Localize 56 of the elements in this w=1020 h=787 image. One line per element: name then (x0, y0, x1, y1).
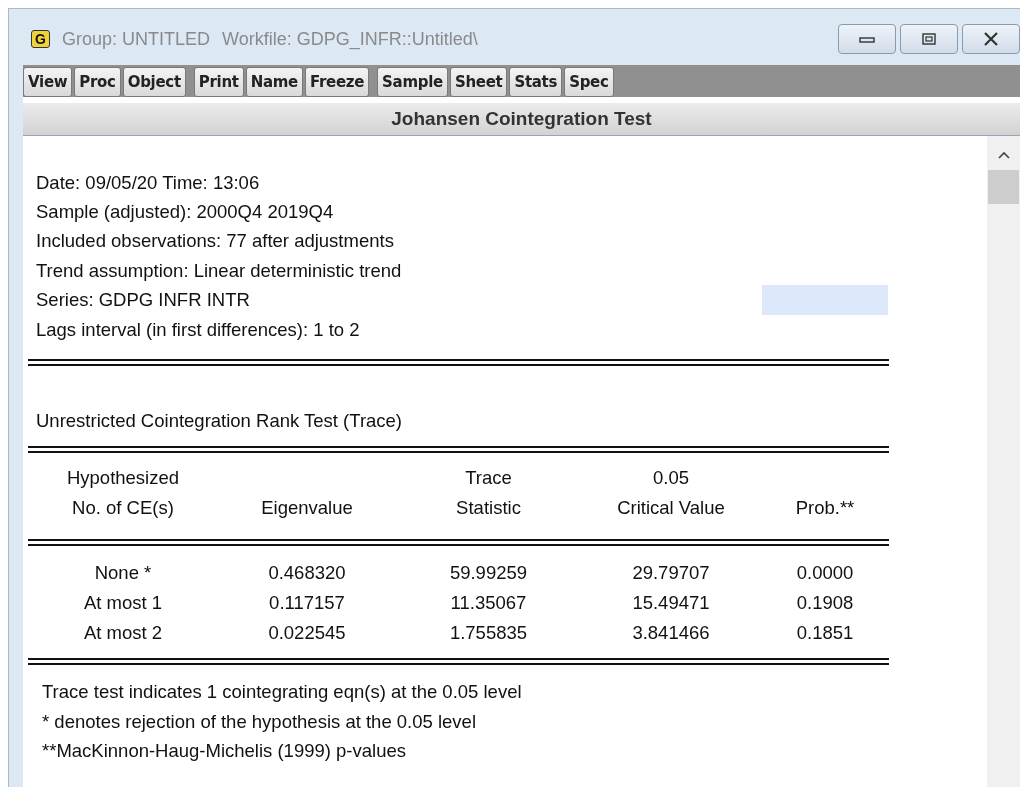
scrollbar[interactable] (987, 136, 1020, 787)
table-cell-text: 15.49471 (631, 591, 711, 616)
minimize-icon (859, 34, 875, 44)
toolbar-button[interactable]: Object (122, 67, 186, 97)
column-header: Trace (464, 466, 513, 491)
toolbar-button[interactable]: Proc (74, 67, 121, 97)
restore-button[interactable] (900, 24, 958, 54)
table-cell-text: 11.35067 (449, 591, 528, 616)
footnote: **MacKinnon-Haug-Michelis (1999) p-values (42, 739, 407, 764)
table-cell-text: 29.79707 (631, 561, 711, 586)
column-header: 0.05 (652, 466, 690, 491)
info-line: Trend assumption: Linear deterministic trend (36, 259, 402, 282)
table-cell-text: 59.99259 (448, 561, 529, 586)
info-line: Lags interval (in first differences): 1 to 2 (36, 318, 360, 341)
table-cell-text: 3.841466 (631, 621, 711, 646)
table-cell-text: At most 2 (82, 621, 164, 646)
table-cell-text: 0.117157 (268, 591, 346, 616)
section-title: Unrestricted Cointegration Rank Test (Trace) (36, 409, 404, 434)
window-title: Group: UNTITLED (62, 28, 211, 50)
app-icon: G (31, 30, 50, 48)
footnote: Trace test indicates 1 cointegrating eqn(s) at the 0.05 level (42, 680, 523, 705)
info-line: Series: GDPG INFR INTR (36, 289, 250, 312)
toolbar-button[interactable]: Print (193, 67, 244, 97)
toolbar-button[interactable]: View (23, 67, 73, 97)
table-cell-text: 0.022545 (267, 621, 347, 646)
column-header: Critical Value (616, 496, 726, 521)
table-cell-text: None * (93, 561, 153, 586)
info-line: Sample (adjusted): 2000Q4 2019Q4 (36, 201, 334, 224)
scroll-up-icon[interactable] (996, 150, 1011, 160)
toolbar-button[interactable]: Sheet (449, 67, 508, 97)
view-header: Johansen Cointegration Test (23, 103, 1020, 136)
close-button[interactable] (962, 24, 1020, 54)
table-cell-text: 0.0000 (795, 561, 855, 586)
footnote: * denotes rejection of the hypothesis at the 0.05 level (42, 709, 477, 734)
info-line: Date: 09/05/20 Time: 13:06 (36, 171, 260, 194)
minimize-button[interactable] (838, 24, 896, 54)
scroll-thumb[interactable] (988, 170, 1019, 204)
table-cell-text: 1.755835 (448, 621, 529, 646)
column-header: Eigenvalue (260, 496, 354, 521)
toolbar-button[interactable]: Spec (564, 67, 614, 97)
column-header: Statistic (455, 496, 522, 521)
info-line: Included observations: 77 after adjustments (36, 230, 394, 253)
restore-icon (921, 32, 937, 46)
table-cell-text: At most 1 (82, 591, 164, 616)
toolbar-button[interactable]: Freeze (304, 67, 370, 97)
toolbar-button[interactable]: Name (245, 67, 303, 97)
toolbar-button[interactable]: Sample (377, 67, 448, 97)
column-header: Hypothesized (65, 466, 181, 491)
table-cell-text: 0.468320 (267, 561, 347, 586)
toolbar-button[interactable]: Stats (509, 67, 563, 97)
close-icon (983, 32, 999, 46)
table-cell-text: 0.1908 (795, 591, 855, 616)
table-cell-text: 0.1851 (795, 621, 855, 646)
column-header: No. of CE(s) (71, 496, 175, 521)
column-header: Prob.** (794, 496, 856, 521)
window-title: Workfile: GDPG_INFR::Untitled\ (222, 28, 478, 50)
